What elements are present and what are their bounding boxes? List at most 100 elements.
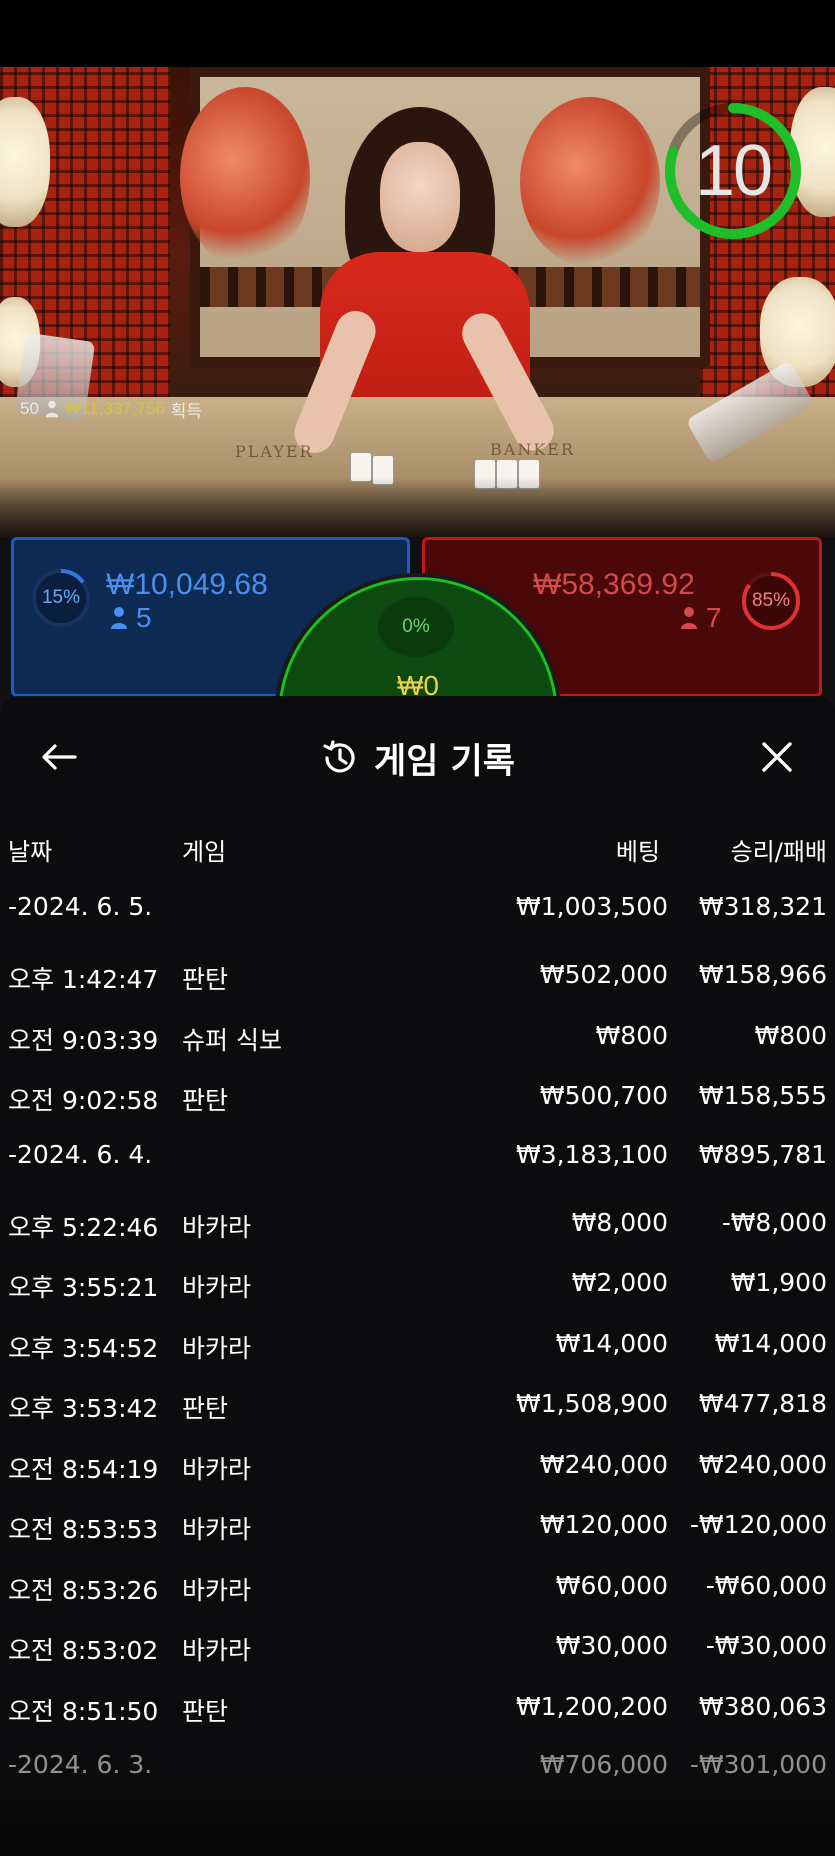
history-bet: ₩3,183,100 — [516, 1139, 668, 1169]
history-result: ₩14,000 — [714, 1328, 827, 1358]
close-icon — [762, 742, 792, 772]
history-time: 오후 3:53:42 — [8, 1394, 159, 1423]
history-time: 오후 3:55:21 — [8, 1273, 159, 1302]
player-bet-count: 5 — [136, 602, 152, 633]
history-game: 바카라 — [182, 1273, 252, 1302]
history-row[interactable]: 오후 3:55:21 바카라 ₩2,000 ₩1,900 — [0, 1256, 835, 1317]
history-bet: ₩2,000 — [571, 1268, 668, 1297]
history-game: 바카라 — [182, 1515, 252, 1544]
history-game: 바카라 — [182, 1454, 252, 1484]
history-row[interactable]: 오전 9:03:39 슈퍼 식보 ₩800 ₩800 — [0, 1009, 835, 1070]
banker-percent: 85% — [751, 590, 791, 611]
history-game: 판탄 — [182, 1394, 229, 1423]
history-result: ₩477,818 — [698, 1389, 827, 1418]
history-result: ₩800 — [754, 1020, 827, 1050]
history-time: 오전 8:53:02 — [8, 1636, 159, 1665]
history-row[interactable]: 오후 5:22:46 바카라 ₩8,000 -₩8,000 — [0, 1196, 835, 1257]
history-row[interactable]: 오전 8:54:19 바카라 ₩240,000 ₩240,000 — [0, 1438, 835, 1499]
countdown-timer: 10 — [662, 100, 804, 242]
history-result: ₩158,966 — [698, 960, 827, 989]
tie-percent: 0% — [378, 597, 454, 657]
player-bet-count-wrap: 5 — [110, 602, 152, 634]
history-row[interactable]: 오전 8:51:50 판탄 ₩1,200,200 ₩380,063 — [0, 1680, 835, 1741]
banker-bet-count-wrap: 7 — [680, 602, 722, 634]
history-result: -₩8,000 — [721, 1207, 827, 1237]
history-result: ₩895,781 — [698, 1139, 827, 1169]
history-time: 오전 8:53:53 — [8, 1515, 159, 1544]
modal-title: 게임 기록 — [374, 741, 515, 782]
history-time: 오후 5:22:46 — [8, 1212, 159, 1242]
history-time: 오전 8:54:19 — [8, 1454, 159, 1484]
history-time: -2024. 6. 4. — [8, 1139, 153, 1169]
history-result: -₩30,000 — [705, 1631, 827, 1660]
history-result: ₩158,555 — [698, 1081, 827, 1110]
history-time: -2024. 6. 5. — [8, 892, 153, 921]
column-date: 날짜 — [8, 838, 53, 866]
person-icon — [111, 607, 127, 629]
history-game: 바카라 — [182, 1575, 252, 1605]
history-row[interactable]: 오후 1:42:47 판탄 ₩502,000 ₩158,966 — [0, 948, 835, 1009]
status-bar — [0, 0, 835, 67]
history-result: -₩120,000 — [689, 1510, 827, 1539]
column-game: 게임 — [182, 838, 227, 866]
history-bet: ₩8,000 — [571, 1207, 668, 1237]
history-icon — [323, 740, 355, 773]
history-game: 판탄 — [182, 965, 229, 994]
player-bet-amount: ₩10,049.68 — [106, 568, 268, 601]
history-row[interactable]: 오전 8:53:26 바카라 ₩60,000 -₩60,000 — [0, 1559, 835, 1620]
history-result: ₩1,900 — [730, 1268, 827, 1297]
game-history-modal: 게임 기록 날짜 게임 베팅 승리/패배 -2024. 6. 5. ₩1,003,… — [0, 696, 835, 1856]
history-result: ₩240,000 — [698, 1449, 827, 1479]
dealer-face — [380, 142, 460, 252]
banker-bet-amount: ₩58,369.92 — [533, 568, 695, 601]
person-icon — [681, 607, 697, 629]
history-time: -2024. 6. 3. — [8, 1750, 153, 1779]
history-date-row[interactable]: -2024. 6. 4. ₩3,183,100 ₩895,781 — [0, 1130, 835, 1196]
table-print-player: PLAYER — [235, 442, 314, 461]
history-bet: ₩240,000 — [539, 1449, 668, 1479]
history-result: ₩380,063 — [698, 1691, 827, 1721]
blossom-decoration — [520, 97, 660, 267]
history-bet: ₩120,000 — [539, 1510, 668, 1539]
history-rows: -2024. 6. 5. ₩1,003,500 ₩318,321 오후 1:42:47… — [0, 882, 835, 1806]
person-icon — [45, 400, 58, 418]
history-game: 바카라 — [182, 1333, 252, 1363]
history-row[interactable]: 오전 8:53:02 바카라 ₩30,000 -₩30,000 — [0, 1619, 835, 1680]
history-bet: ₩30,000 — [555, 1631, 668, 1660]
winners-suffix: 획득 — [170, 401, 203, 421]
player-percent: 15% — [41, 587, 81, 608]
close-button[interactable] — [752, 732, 802, 782]
history-time: 오전 8:51:50 — [8, 1696, 159, 1726]
column-bet: 베팅 — [615, 838, 660, 866]
column-result: 승리/패배 — [730, 838, 827, 866]
history-result: ₩318,321 — [698, 892, 827, 921]
history-bet: ₩706,000 — [539, 1750, 668, 1779]
history-row[interactable]: 오전 8:53:53 바카라 ₩120,000 -₩120,000 — [0, 1498, 835, 1559]
history-row[interactable]: 오전 9:02:58 판탄 ₩500,700 ₩158,555 — [0, 1069, 835, 1130]
modal-header: 게임 기록 — [0, 696, 835, 824]
winners-amount: ₩11,337,756 — [64, 399, 165, 418]
history-game: 판탄 — [182, 1086, 229, 1115]
winners-count: 50 — [20, 399, 39, 418]
history-row[interactable]: 오후 3:53:42 판탄 ₩1,508,900 ₩477,818 — [0, 1377, 835, 1438]
history-game: 바카라 — [182, 1212, 252, 1242]
modal-title-wrap: 게임 기록 — [0, 732, 835, 784]
history-bet: ₩1,508,900 — [516, 1389, 668, 1418]
history-time: 오후 3:54:52 — [8, 1333, 159, 1363]
history-bet: ₩14,000 — [555, 1328, 668, 1358]
banker-bet-count: 7 — [706, 602, 722, 633]
history-bet: ₩60,000 — [555, 1570, 668, 1600]
history-time: 오전 9:03:39 — [8, 1025, 159, 1055]
history-bet: ₩800 — [595, 1020, 668, 1050]
history-row[interactable]: 오후 3:54:52 바카라 ₩14,000 ₩14,000 — [0, 1317, 835, 1378]
blossom-decoration — [180, 87, 310, 267]
history-time: 오후 1:42:47 — [8, 965, 159, 994]
history-bet: ₩502,000 — [539, 960, 668, 989]
history-game: 바카라 — [182, 1636, 252, 1665]
history-date-row[interactable]: -2024. 6. 5. ₩1,003,500 ₩318,321 — [0, 882, 835, 948]
history-time: 오전 8:53:26 — [8, 1575, 159, 1605]
history-bet: ₩500,700 — [539, 1081, 668, 1110]
table-print-banker: BANKER — [490, 440, 575, 459]
history-game: 판탄 — [182, 1696, 229, 1726]
history-time: 오전 9:02:58 — [8, 1086, 159, 1115]
